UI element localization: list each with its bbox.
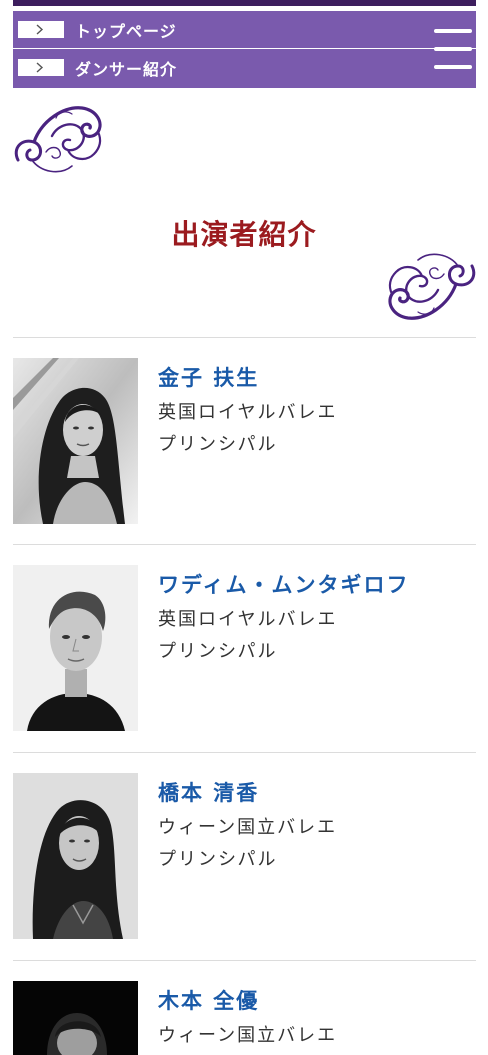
- chevron-right-icon: [18, 59, 64, 76]
- dancer-card[interactable]: 金子 扶生 英国ロイヤルバレエ プリンシパル: [13, 358, 476, 524]
- ornament-flourish-icon: [382, 248, 478, 330]
- dancer-company: 英国ロイヤルバレエ: [158, 402, 338, 423]
- dancer-photo: [13, 981, 138, 1055]
- dancer-rank: プリンシパル: [158, 434, 278, 455]
- dancer-rank: プリンシパル: [158, 641, 278, 662]
- dancer-company: ウィーン国立バレエ: [158, 1025, 338, 1046]
- dancer-company: ウィーン国立バレエ: [158, 817, 338, 838]
- dancer-card[interactable]: 木本 全優 ウィーン国立バレエ: [13, 981, 476, 1055]
- dancer-card[interactable]: 橋本 清香 ウィーン国立バレエ プリンシパル: [13, 773, 476, 939]
- ornament-flourish-icon: [12, 100, 108, 182]
- dancer-rank: プリンシパル: [158, 849, 278, 870]
- divider: [13, 544, 476, 545]
- dancer-name[interactable]: 木本 全優: [158, 985, 259, 1015]
- dancer-photo: [13, 773, 138, 939]
- chevron-right-icon: [18, 21, 64, 38]
- top-accent-bar: [13, 0, 476, 6]
- divider: [13, 752, 476, 753]
- dancer-name[interactable]: 金子 扶生: [158, 362, 259, 392]
- nav-item-label: ダンサー紹介: [75, 60, 178, 79]
- dancer-photo: [13, 565, 138, 731]
- dancer-photo: [13, 358, 138, 524]
- nav-item-top-page[interactable]: トップページ: [13, 11, 476, 49]
- global-nav: トップページ ダンサー紹介: [13, 11, 476, 88]
- nav-item-label: トップページ: [75, 22, 177, 41]
- dancer-card[interactable]: ワディム・ムンタギロフ 英国ロイヤルバレエ プリンシパル: [13, 565, 476, 731]
- divider: [13, 337, 476, 338]
- dancer-name[interactable]: 橋本 清香: [158, 777, 259, 807]
- divider: [13, 960, 476, 961]
- page-title: 出演者紹介: [171, 217, 317, 251]
- dancer-name[interactable]: ワディム・ムンタギロフ: [158, 569, 410, 599]
- dancer-company: 英国ロイヤルバレエ: [158, 609, 338, 630]
- hamburger-menu-icon[interactable]: [434, 29, 472, 71]
- nav-item-dancers[interactable]: ダンサー紹介: [13, 49, 476, 86]
